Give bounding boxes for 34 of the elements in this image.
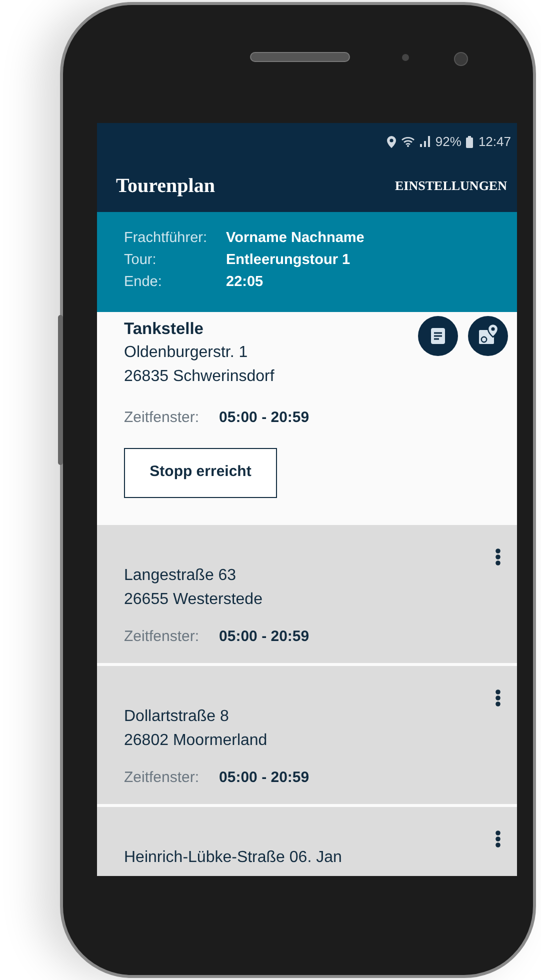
- more-options-icon[interactable]: [495, 830, 501, 848]
- info-value: Entleerungstour 1: [226, 251, 352, 270]
- info-label: Ende:: [124, 273, 163, 292]
- time-window-value: 05:00 - 20:59: [219, 408, 310, 428]
- info-value: Vorname Nachname: [226, 229, 366, 248]
- app-title: Tourenplan: [116, 174, 215, 199]
- stop-address: Dollartstraße 8: [124, 707, 229, 727]
- stop-address: 26835 Schwerinsdorf: [124, 367, 274, 387]
- map-pin-icon[interactable]: [468, 316, 508, 356]
- battery-icon: [466, 136, 474, 148]
- info-value: 22:05: [226, 273, 264, 292]
- time-window-label: Zeitfenster:: [124, 768, 200, 788]
- stop-address: Langestraße 63: [124, 566, 236, 586]
- stop-address: 26802 Moormerland: [124, 731, 268, 751]
- more-options-icon[interactable]: [495, 548, 501, 566]
- stop-address: 26655 Westerstede: [124, 590, 262, 610]
- time-window-value: 05:00 - 20:59: [219, 768, 310, 788]
- time-window-label: Zeitfenster:: [124, 408, 200, 428]
- wifi-icon: [401, 136, 416, 147]
- stop-address: Oldenburgerstr. 1: [124, 343, 248, 363]
- info-label: Tour:: [124, 251, 158, 270]
- more-options-icon[interactable]: [495, 689, 501, 707]
- time-window-label: Zeitfenster:: [124, 627, 200, 647]
- info-label: Frachtführer:: [124, 229, 208, 248]
- stop-reached-button[interactable]: Stopp erreicht: [124, 448, 277, 498]
- notes-icon[interactable]: [418, 316, 458, 356]
- signal-icon: [420, 136, 430, 147]
- settings-button[interactable]: EINSTELLUNGEN: [391, 168, 511, 204]
- location-icon: [387, 136, 396, 148]
- stop-name: Tankstelle: [124, 319, 204, 340]
- stop-address: Heinrich-Lübke-Straße 06. Jan: [124, 848, 342, 868]
- battery-percent: 92%: [435, 132, 462, 151]
- status-time: 12:47: [478, 132, 511, 151]
- time-window-value: 05:00 - 20:59: [219, 627, 310, 647]
